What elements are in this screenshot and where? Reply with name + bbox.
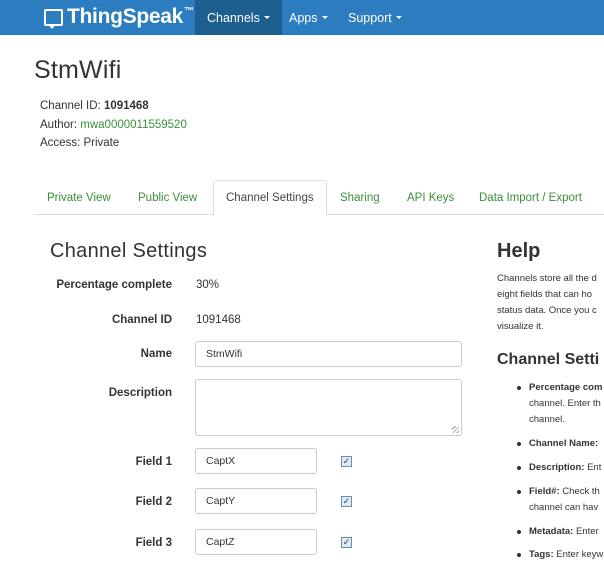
- field-3-label: Field 3: [135, 537, 172, 549]
- tab-channel-settings[interactable]: Channel Settings: [213, 180, 327, 216]
- help-item-channel-name: Channel Name:: [529, 436, 598, 452]
- field-3-checkbox[interactable]: ✓: [341, 537, 352, 548]
- nav-apps-menu[interactable]: Apps: [277, 0, 340, 35]
- help-item-tags: Tags: Enter keyw: [529, 547, 603, 563]
- caret-down-icon: [395, 16, 402, 19]
- top-navbar: ThingSpeak ™ Channels Apps Support: [0, 0, 604, 35]
- bullet-icon: [517, 490, 521, 494]
- help-desc: Enter keyw: [553, 549, 604, 560]
- help-item-description: Description: Ent: [529, 460, 601, 476]
- bullet-icon: [517, 466, 521, 470]
- bullet-icon: [517, 530, 521, 534]
- help-item-percentage-cont: channel. Enter th channel.: [529, 398, 601, 425]
- help-term: Description:: [529, 462, 585, 473]
- nav-channels-menu[interactable]: Channels: [195, 0, 282, 35]
- bullet-icon: [517, 442, 521, 446]
- tab-public-view[interactable]: Public View: [126, 180, 209, 215]
- tab-data-import-export[interactable]: Data Import / Export: [467, 180, 594, 215]
- field-1-label: Field 1: [135, 456, 172, 468]
- author-line: Author: mwa0000011559520: [40, 119, 187, 131]
- tab-private-view[interactable]: Private View: [35, 180, 123, 215]
- help-subtitle: Channel Setti: [497, 351, 600, 368]
- nav-support-menu[interactable]: Support: [336, 0, 414, 35]
- caret-down-icon: [321, 16, 328, 19]
- nav-apps-label: Apps: [289, 10, 318, 25]
- author-link[interactable]: mwa0000011559520: [80, 119, 187, 131]
- description-label: Description: [108, 387, 172, 399]
- thingspeak-logo[interactable]: ThingSpeak ™: [44, 5, 194, 29]
- channel-id-value: 1091468: [103, 100, 149, 112]
- check-icon: ✓: [342, 537, 351, 547]
- author-label: Author:: [40, 119, 78, 131]
- nav-support-label: Support: [348, 10, 392, 25]
- bullet-icon: [517, 386, 521, 390]
- help-item-field: Field#: Check th: [529, 484, 600, 500]
- help-item-metadata: Metadata: Enter: [529, 524, 599, 540]
- bullet-icon: [517, 553, 521, 557]
- help-term: Channel Name:: [529, 438, 599, 449]
- help-intro-text: Channels store all the d eight fields th…: [497, 273, 597, 332]
- help-desc: Ent: [584, 462, 602, 473]
- tab-api-keys[interactable]: API Keys: [395, 180, 466, 215]
- trademark-symbol: ™: [184, 5, 194, 17]
- access-value: Private: [83, 137, 120, 149]
- help-item-field-cont: channel can hav: [529, 502, 599, 513]
- channel-id-label: Channel ID:: [40, 100, 101, 112]
- help-term: Metadata:: [529, 526, 574, 537]
- field-2-input[interactable]: [195, 488, 317, 514]
- field-1-input[interactable]: [195, 448, 317, 474]
- help-desc: Check th: [559, 486, 600, 497]
- channel-id-form-label: Channel ID: [111, 314, 172, 326]
- field-2-label: Field 2: [135, 496, 172, 508]
- help-term: Percentage com: [529, 382, 603, 393]
- channel-id-line: Channel ID: 1091468: [40, 100, 149, 112]
- description-textarea[interactable]: [195, 379, 462, 436]
- help-term: Tags:: [529, 549, 554, 560]
- name-label: Name: [140, 348, 172, 360]
- channel-tabs: Private View Public View Channel Setting…: [34, 180, 604, 216]
- check-icon: ✓: [342, 456, 351, 466]
- access-label: Access:: [40, 137, 81, 149]
- check-icon: ✓: [342, 496, 351, 506]
- field-2-checkbox[interactable]: ✓: [341, 496, 352, 507]
- settings-title: Channel Settings: [50, 240, 208, 262]
- resize-handle-icon[interactable]: [452, 426, 459, 433]
- page-title: StmWifi: [34, 56, 122, 84]
- nav-channels-label: Channels: [207, 10, 260, 25]
- percentage-label: Percentage complete: [56, 279, 172, 291]
- channel-id-form-value: 1091468: [196, 314, 241, 326]
- caret-down-icon: [263, 16, 270, 19]
- name-input[interactable]: [195, 341, 462, 367]
- help-title: Help: [497, 240, 541, 262]
- help-item-percentage: Percentage com: [529, 380, 602, 396]
- help-term: Field#:: [529, 486, 560, 497]
- tab-sharing[interactable]: Sharing: [328, 180, 392, 215]
- percentage-value: 30%: [196, 279, 220, 291]
- access-line: Access: Private: [40, 137, 119, 149]
- field-1-checkbox[interactable]: ✓: [341, 456, 352, 467]
- field-3-input[interactable]: [195, 529, 317, 555]
- help-desc: Enter: [573, 526, 599, 537]
- brand-name: ThingSpeak: [67, 5, 184, 28]
- speech-bubble-icon: [44, 8, 63, 29]
